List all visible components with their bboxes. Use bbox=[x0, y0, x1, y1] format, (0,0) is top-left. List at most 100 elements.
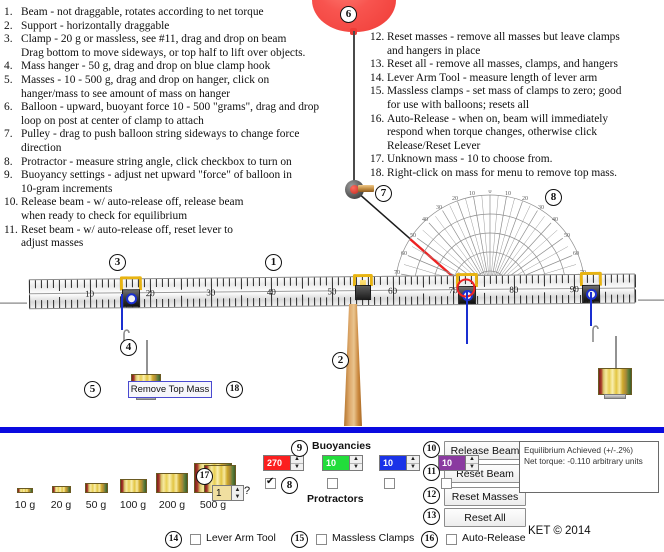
ruler-tick bbox=[71, 279, 73, 288]
protractor-checkbox[interactable] bbox=[384, 478, 395, 489]
ruler-tick bbox=[446, 276, 449, 285]
mass-shelf-item[interactable] bbox=[17, 488, 33, 493]
clamp-hook-icon[interactable] bbox=[126, 293, 138, 305]
ruler-tick bbox=[628, 294, 631, 303]
fulcrum-clamp[interactable] bbox=[352, 273, 373, 301]
buoyancy-value[interactable]: 270 bbox=[264, 456, 290, 470]
ruler-tick bbox=[59, 279, 61, 291]
instruction-number: 2. bbox=[4, 19, 13, 32]
mass-on-hanger-right[interactable] bbox=[598, 368, 632, 395]
stepper-up-icon[interactable]: ▲ bbox=[291, 456, 303, 464]
buoyancy-stepper[interactable]: 270 ▲ ▼ bbox=[263, 455, 304, 471]
stepper-up-icon[interactable]: ▲ bbox=[350, 456, 362, 464]
mass-shelf-item[interactable] bbox=[84, 483, 108, 493]
buoyancy-stepper-buttons[interactable]: ▲ ▼ bbox=[465, 456, 478, 470]
stepper-up-icon[interactable]: ▲ bbox=[466, 456, 478, 464]
unknown-mass-stepper[interactable]: 1 ▲ ▼ bbox=[212, 485, 244, 501]
ruler-tick bbox=[259, 298, 261, 307]
stepper-down-icon[interactable]: ▼ bbox=[407, 464, 419, 471]
marker-18: 18 bbox=[226, 381, 243, 398]
ruler-tick bbox=[483, 275, 485, 287]
stepper-down-icon[interactable]: ▼ bbox=[291, 464, 303, 471]
buoyancy-stepper[interactable]: 10 ▲ ▼ bbox=[438, 455, 479, 471]
ruler-tick bbox=[501, 275, 503, 284]
ruler-tick bbox=[398, 296, 400, 305]
pulley-axle bbox=[358, 185, 374, 192]
ruler-tick bbox=[556, 295, 558, 304]
buoyancy-value[interactable]: 10 bbox=[380, 456, 406, 470]
protractor-label-0: 0 bbox=[489, 190, 492, 195]
protractor-checkbox[interactable] bbox=[327, 478, 338, 489]
stepper-down-icon[interactable]: ▼ bbox=[466, 464, 478, 471]
mass-shelf-item[interactable] bbox=[156, 473, 188, 493]
instruction-item: 8. Protractor - measure string angle, cli… bbox=[4, 156, 338, 170]
protractor-label-r10: 10 bbox=[505, 191, 511, 197]
ruler-tick bbox=[235, 298, 237, 307]
unknown-mass-value[interactable]: 1 bbox=[213, 486, 231, 500]
buoyancy-stepper-buttons[interactable]: ▲ ▼ bbox=[290, 456, 303, 470]
reset-all-button[interactable]: Reset All bbox=[444, 508, 526, 527]
stepper-up-icon[interactable]: ▲ bbox=[232, 486, 243, 493]
buoyancy-value[interactable]: 10 bbox=[323, 456, 349, 470]
ruler-tick bbox=[277, 277, 279, 286]
stepper-up-icon[interactable]: ▲ bbox=[407, 456, 419, 464]
mass-shelf-label: 20 g bbox=[50, 499, 72, 511]
buoyancy-value[interactable]: 10 bbox=[439, 456, 465, 470]
ruler-tick bbox=[265, 277, 267, 286]
ruler-tick bbox=[204, 298, 206, 307]
instruction-text: Reset all - remove all masses, clamps, a… bbox=[387, 58, 618, 71]
lever-arm-tool-checkbox[interactable] bbox=[190, 534, 201, 545]
mass-hanger-hook-icon[interactable] bbox=[585, 322, 601, 342]
ruler-tick bbox=[113, 299, 115, 308]
buoyancy-stepper[interactable]: 10 ▲ ▼ bbox=[379, 455, 420, 471]
mass-shelf-item[interactable] bbox=[119, 479, 147, 493]
buoyancy-stepper-buttons[interactable]: ▲ ▼ bbox=[349, 456, 362, 470]
ruler-tick bbox=[265, 297, 267, 306]
ruler-tick bbox=[525, 275, 527, 284]
ruler-tick bbox=[247, 298, 249, 307]
protractor-checkbox[interactable] bbox=[441, 478, 452, 489]
hanger-rod[interactable] bbox=[121, 294, 123, 330]
hanger-rod[interactable] bbox=[466, 292, 468, 344]
instruction-item: 15. Massless clamps - set mass of clamps … bbox=[370, 85, 662, 112]
ruler-tick bbox=[216, 298, 219, 307]
ruler-tick bbox=[344, 297, 346, 306]
ruler-tick bbox=[283, 297, 285, 306]
massless-clamps-label: Massless Clamps bbox=[332, 532, 415, 544]
mass-shelf-label: 10 g bbox=[14, 499, 36, 511]
massless-clamps-checkbox[interactable] bbox=[316, 534, 327, 545]
hanger-rod[interactable] bbox=[590, 292, 592, 326]
protractor-label-r20: 20 bbox=[522, 196, 528, 202]
mass-shelf-item[interactable] bbox=[51, 486, 71, 493]
instruction-number: 12. bbox=[370, 31, 385, 43]
instruction-number: 7. bbox=[4, 128, 13, 141]
ruler-tick bbox=[447, 296, 449, 305]
ruler-tick bbox=[186, 298, 188, 307]
ruler-tick bbox=[34, 280, 37, 289]
protractor-label-r50: 50 bbox=[564, 233, 570, 239]
protractor-checkbox[interactable] bbox=[265, 476, 276, 489]
stepper-down-icon[interactable]: ▼ bbox=[350, 464, 362, 471]
stepper-down-icon[interactable]: ▼ bbox=[232, 493, 243, 500]
ruler-tick bbox=[289, 297, 291, 306]
marker-6: 6 bbox=[340, 6, 357, 23]
auto-release-checkbox[interactable] bbox=[446, 534, 457, 545]
ruler-tick bbox=[186, 278, 188, 287]
status-line-1: Equilibrium Achieved (+/-.2%) bbox=[524, 445, 634, 455]
ruler-tick bbox=[489, 275, 491, 284]
unknown-mass-stepper-buttons[interactable]: ▲ ▼ bbox=[231, 486, 243, 500]
ruler-tick bbox=[113, 279, 115, 288]
ruler-tick bbox=[428, 276, 430, 285]
marker-15: 15 bbox=[291, 531, 308, 548]
clamp-at-11[interactable] bbox=[119, 276, 142, 308]
instruction-text: Lever Arm Tool - measure length of lever… bbox=[387, 71, 598, 84]
buoyancy-stepper[interactable]: 10 ▲ ▼ bbox=[322, 455, 363, 471]
reset-masses-button[interactable]: Reset Masses bbox=[444, 487, 526, 506]
context-menu-remove-top-mass[interactable]: Remove Top Mass bbox=[128, 381, 212, 398]
buoyancies-title: Buoyancies bbox=[312, 440, 371, 452]
protractor-label-l40: 40 bbox=[422, 217, 428, 223]
ruler-tick bbox=[289, 277, 291, 286]
buoyancy-stepper-buttons[interactable]: ▲ ▼ bbox=[406, 456, 419, 470]
ruler-tick bbox=[441, 296, 443, 305]
instruction-item: 7. Pulley - drag to push balloon string s… bbox=[4, 128, 338, 155]
